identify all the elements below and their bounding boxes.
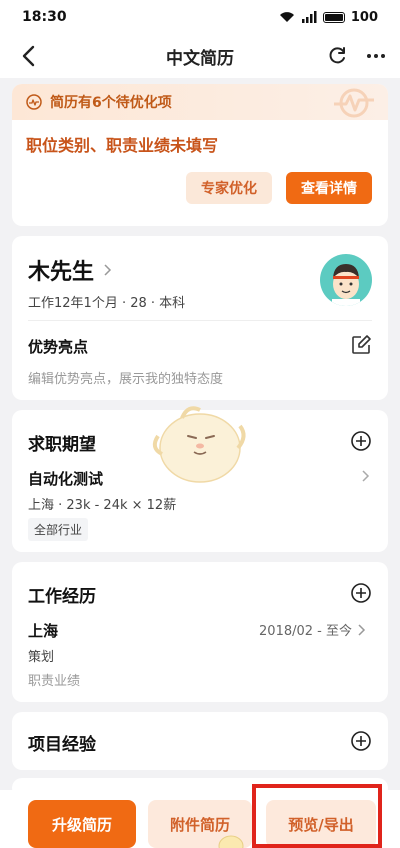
section-title: 项目经验 [28, 735, 96, 755]
chevron-right-icon[interactable] [362, 470, 370, 482]
profile-meta: 工作12年1个月 · 28 · 本科 [28, 296, 186, 311]
work-experience-card: 工作经历 上海 2018/02 - 至今 策划 职责业绩 [12, 562, 388, 702]
expert-optimize-button[interactable]: 专家优化 [186, 172, 272, 204]
more-button[interactable] [362, 42, 390, 70]
wifi-icon [279, 12, 294, 22]
plus-circle-icon [351, 731, 371, 751]
avatar-illustration-icon [332, 264, 360, 306]
avatar[interactable] [320, 254, 372, 306]
add-project-button[interactable] [350, 730, 372, 752]
back-arrow-icon [22, 45, 35, 67]
expectation-detail: 上海 · 23k - 24k × 12薪 [28, 498, 177, 513]
pulse-icon [26, 94, 42, 110]
page-title: 中文简历 [166, 48, 234, 69]
optimize-message: 职位类别、职责业绩未填写 [26, 136, 219, 155]
work-date-text: 2018/02 - 至今 [259, 624, 352, 639]
battery-level: 100 [350, 9, 378, 25]
project-experience-card: 项目经验 [12, 712, 388, 770]
chevron-right-icon [358, 623, 366, 636]
work-role: 策划 [28, 650, 55, 665]
mascot-peek-icon [218, 835, 244, 848]
more-icon [367, 54, 385, 58]
nav-bar: 中文简历 [0, 34, 400, 78]
bottom-action-bar: 升级简历 附件简历 预览/导出 [0, 790, 400, 848]
refresh-button[interactable] [324, 42, 352, 70]
work-date[interactable]: 2018/02 - 至今 [259, 620, 366, 639]
work-company[interactable]: 上海 [28, 620, 58, 641]
edit-button[interactable] [350, 334, 372, 356]
back-button[interactable] [14, 42, 42, 70]
profile-card[interactable]: 木先生 工作12年1个月 · 28 · 本科 优势亮点 编辑优势亮点，展示我的独… [12, 236, 388, 400]
preview-export-button[interactable]: 预览/导出 [266, 800, 376, 848]
view-details-button[interactable]: 查看详情 [286, 172, 372, 204]
status-time: 18:30 [22, 9, 67, 25]
advantage-placeholder[interactable]: 编辑优势亮点，展示我的独特态度 [28, 368, 223, 387]
expectation-job[interactable]: 自动化测试 [28, 468, 103, 489]
mascot-icon[interactable] [148, 396, 252, 488]
divider [28, 320, 372, 321]
optimize-header: 简历有6个待优化项 [12, 84, 388, 120]
add-expectation-button[interactable] [350, 430, 372, 452]
status-bar: 18:30 100 [0, 0, 400, 34]
chevron-right-icon [104, 264, 112, 276]
upgrade-resume-button[interactable]: 升级简历 [28, 800, 136, 848]
signal-icon [301, 11, 317, 23]
optimize-card: 简历有6个待优化项 职位类别、职责业绩未填写 专家优化 查看详情 [12, 84, 388, 226]
section-title: 工作经历 [28, 587, 96, 607]
optimize-header-text: 简历有6个待优化项 [50, 95, 172, 111]
plus-circle-icon [351, 583, 371, 603]
industry-tag: 全部行业 [28, 518, 89, 541]
heartbeat-deco-icon [334, 88, 374, 118]
add-work-button[interactable] [350, 582, 372, 604]
plus-circle-icon [351, 431, 371, 451]
section-title: 求职期望 [28, 435, 96, 455]
profile-name-row[interactable]: 木先生 [28, 254, 112, 286]
work-performance[interactable]: 职责业绩 [28, 670, 80, 689]
battery-icon [322, 11, 345, 23]
status-icons: 100 [279, 10, 378, 25]
advantage-title: 优势亮点 [28, 338, 89, 356]
refresh-icon [329, 47, 345, 64]
edit-icon [352, 335, 371, 354]
profile-name: 木先生 [28, 260, 95, 285]
